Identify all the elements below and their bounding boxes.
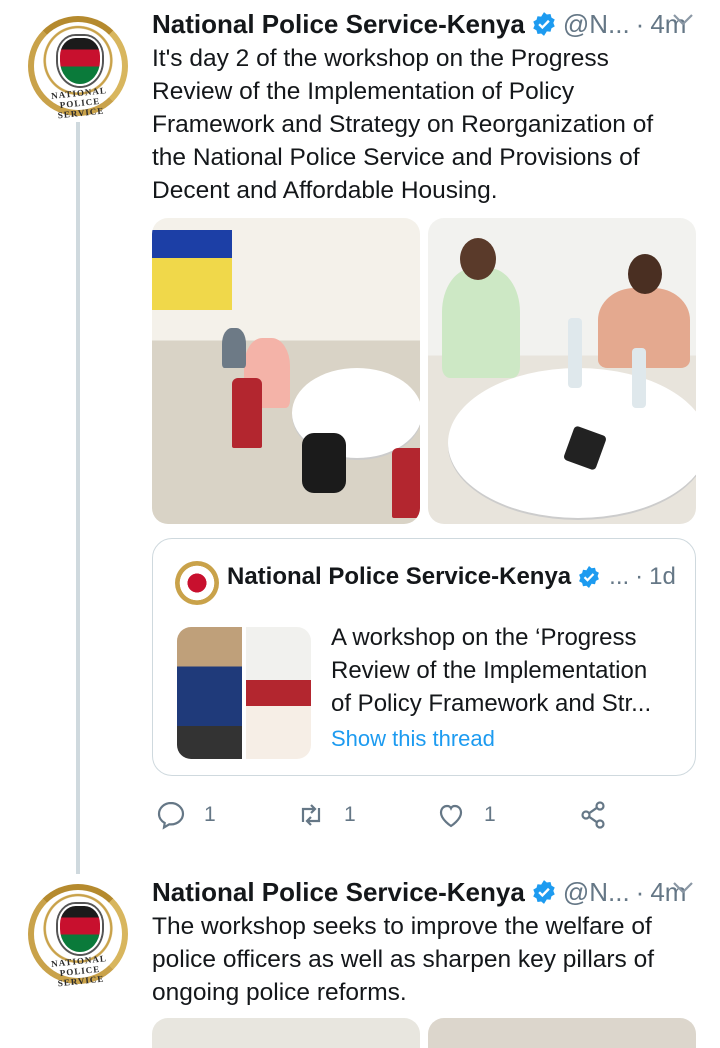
chair: [232, 378, 262, 448]
separator-dot: ·: [635, 876, 645, 907]
separator-dot: ·: [635, 8, 645, 39]
photo-partial: [428, 1018, 696, 1048]
retweet-button[interactable]: 1: [296, 800, 356, 830]
tweet-text: It's day 2 of the workshop on the Progre…: [152, 45, 654, 204]
chevron-down-icon[interactable]: [672, 12, 694, 28]
quoted-photo-room: [246, 627, 311, 759]
tweet-actions: 1 1 1: [152, 800, 622, 836]
emblem-shield: [58, 904, 102, 954]
quoted-avatar[interactable]: [175, 561, 219, 605]
chair: [392, 448, 420, 518]
retweet-icon: [301, 804, 321, 826]
tweet-media-partial[interactable]: [152, 1018, 696, 1048]
participant-head: [628, 254, 662, 294]
author-name[interactable]: National Police Service-Kenya: [152, 9, 525, 40]
like-count: 1: [484, 803, 496, 826]
share-icon: [581, 801, 605, 829]
retweet-count: 1: [344, 803, 356, 826]
verified-badge-icon: [579, 566, 600, 588]
author-name[interactable]: National Police Service-Kenya: [152, 877, 525, 908]
workshop-room-photo[interactable]: [152, 218, 420, 524]
quoted-text-body: A workshop on the ‘Progress Review of th…: [331, 624, 652, 717]
water-bottle: [568, 318, 582, 388]
share-button[interactable]: [578, 800, 608, 830]
chevron-down-icon[interactable]: [672, 880, 694, 896]
tweet-text: The workshop seeks to improve the welfar…: [152, 913, 655, 1006]
quoted-tweet[interactable]: National Police Service-Kenya ... · 1d A…: [152, 538, 696, 776]
photo-partial: [152, 1018, 420, 1048]
avatar[interactable]: NATIONAL POLICE SERVICE: [22, 10, 134, 122]
water-bottle: [632, 348, 646, 408]
quoted-timestamp[interactable]: 1d: [649, 563, 676, 591]
reply-count: 1: [204, 803, 216, 826]
author-handle[interactable]: @N...: [563, 877, 630, 908]
like-button[interactable]: 1: [436, 800, 496, 830]
participants-photo[interactable]: [428, 218, 696, 524]
attendee: [222, 328, 246, 368]
heart-icon: [439, 804, 463, 828]
avatar[interactable]: NATIONAL POLICE SERVICE: [22, 878, 134, 990]
quoted-header: National Police Service-Kenya ... · 1d: [227, 563, 676, 591]
quoted-text: A workshop on the ‘Progress Review of th…: [331, 621, 671, 755]
verified-badge-icon: [533, 12, 555, 36]
tweet-header: National Police Service-Kenya @N... · 4m: [152, 4, 694, 44]
verified-badge-icon: [533, 880, 555, 904]
tweet-media[interactable]: [152, 218, 696, 524]
projector-screen: [152, 230, 232, 310]
participant: [442, 268, 520, 378]
tweet-header: National Police Service-Kenya @N... · 4m: [152, 872, 694, 912]
quoted-photo-speaker: [177, 627, 242, 759]
bag: [302, 433, 346, 493]
quoted-media[interactable]: [177, 627, 311, 759]
quoted-author-name[interactable]: National Police Service-Kenya: [227, 563, 571, 591]
show-thread-link[interactable]: Show this thread: [331, 722, 671, 755]
quoted-author-handle: ...: [609, 563, 630, 590]
author-handle[interactable]: @N...: [563, 9, 630, 40]
reply-icon: [157, 801, 185, 830]
thread-connector-line: [76, 122, 80, 874]
participant-head: [460, 238, 496, 280]
separator-dot: ·: [635, 563, 644, 590]
emblem-shield: [58, 36, 102, 86]
reply-button[interactable]: 1: [156, 800, 216, 830]
